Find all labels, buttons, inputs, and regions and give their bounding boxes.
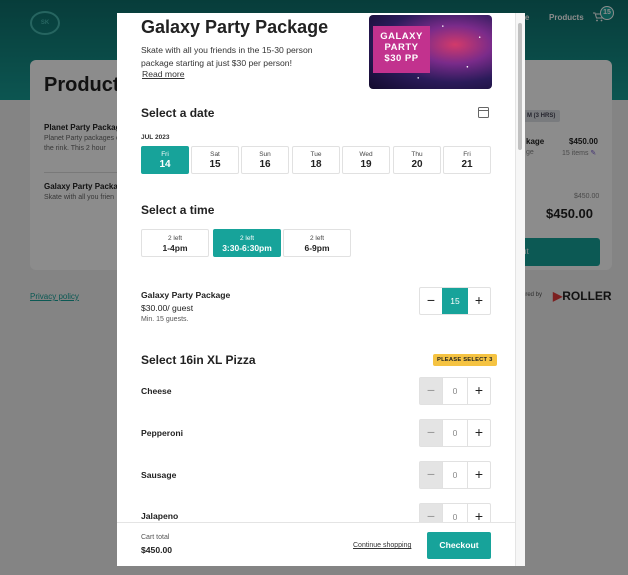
modal-title: Galaxy Party Package xyxy=(141,17,329,37)
package-name: Galaxy Party Package xyxy=(141,290,231,300)
decrement-button[interactable]: − xyxy=(420,288,442,314)
date-option[interactable]: Wed 19 xyxy=(342,146,390,174)
increment-button[interactable]: + xyxy=(468,462,490,488)
package-min: Min. 15 guests. xyxy=(141,316,189,323)
date-option[interactable]: Thu 20 xyxy=(393,146,441,174)
date-num: 15 xyxy=(209,159,221,170)
date-option[interactable]: Sat 15 xyxy=(191,146,239,174)
date-dow: Fri xyxy=(161,151,169,158)
time-range: 6-9pm xyxy=(304,243,330,253)
date-num: 14 xyxy=(159,159,171,170)
guest-quantity-stepper: − 15 + xyxy=(419,287,491,315)
package-price: $30.00/ guest xyxy=(141,303,194,313)
date-dow: Tue xyxy=(310,151,322,158)
increment-button[interactable]: + xyxy=(468,420,490,446)
decrement-button[interactable]: − xyxy=(420,462,442,488)
quantity-value[interactable]: 0 xyxy=(442,378,468,404)
cart-total-value: $450.00 xyxy=(141,545,173,555)
pizza-option-name: Sausage xyxy=(141,470,177,480)
pizza-option-name: Jalapeno xyxy=(141,511,179,521)
time-range: 1-4pm xyxy=(162,243,188,253)
product-modal: Galaxy Party Package Skate with all you … xyxy=(117,13,525,566)
pizza-quantity-stepper: − 0 + xyxy=(419,419,491,447)
date-option[interactable]: Fri 14 xyxy=(141,146,189,174)
time-availability: 2 left xyxy=(239,235,255,242)
read-more-link[interactable]: Read more xyxy=(142,69,185,79)
calendar-icon[interactable] xyxy=(478,107,489,118)
quantity-value[interactable]: 0 xyxy=(442,420,468,446)
decrement-button[interactable]: − xyxy=(420,420,442,446)
select-date-title: Select a date xyxy=(141,106,215,120)
date-dow: Sat xyxy=(210,151,220,158)
modal-description: Skate with all you friends in the 15-30 … xyxy=(141,45,313,68)
month-label: JUL 2023 xyxy=(141,134,170,141)
date-num: 21 xyxy=(461,159,473,170)
time-option[interactable]: 2 left 1-4pm xyxy=(141,229,209,257)
modal-footer: Cart total $450.00 Continue shopping Che… xyxy=(117,522,515,566)
select-pizza-title: Select 16in XL Pizza xyxy=(141,353,256,367)
checkout-button[interactable]: Checkout xyxy=(427,532,491,559)
time-range: 3:30-6:30pm xyxy=(222,243,272,253)
continue-shopping-link[interactable]: Continue shopping xyxy=(353,542,411,549)
image-label-line: PARTY xyxy=(384,42,419,53)
date-dow: Fri xyxy=(463,151,471,158)
image-label: GALAXY PARTY $30 PP xyxy=(373,26,430,73)
pizza-quantity-stepper: − 0 + xyxy=(419,461,491,489)
date-num: 16 xyxy=(259,159,271,170)
date-dow: Thu xyxy=(411,151,423,158)
pizza-option-name: Pepperoni xyxy=(141,428,184,438)
increment-button[interactable]: + xyxy=(468,378,490,404)
time-option[interactable]: 2 left 3:30-6:30pm xyxy=(213,229,281,257)
date-dow: Wed xyxy=(359,151,373,158)
time-availability: 2 left xyxy=(167,235,183,242)
quantity-value[interactable]: 15 xyxy=(442,288,468,314)
date-option[interactable]: Fri 21 xyxy=(443,146,491,174)
date-num: 20 xyxy=(411,159,423,170)
increment-button[interactable]: + xyxy=(468,288,490,314)
package-image: GALAXY PARTY $30 PP xyxy=(369,15,492,89)
image-label-line: GALAXY xyxy=(380,31,423,42)
time-option[interactable]: 2 left 6-9pm xyxy=(283,229,351,257)
decrement-button[interactable]: − xyxy=(420,378,442,404)
scrollbar-thumb[interactable] xyxy=(518,23,522,150)
date-option[interactable]: Sun 16 xyxy=(241,146,289,174)
date-num: 18 xyxy=(310,159,322,170)
selection-required-badge: PLEASE SELECT 3 xyxy=(433,354,497,366)
quantity-value[interactable]: 0 xyxy=(442,462,468,488)
modal-content: Galaxy Party Package Skate with all you … xyxy=(117,13,515,566)
pizza-option-name: Cheese xyxy=(141,386,172,396)
select-time-title: Select a time xyxy=(141,203,215,217)
time-availability: 2 left xyxy=(309,235,325,242)
image-label-line: $30 PP xyxy=(384,53,419,64)
date-num: 19 xyxy=(360,159,372,170)
pizza-quantity-stepper: − 0 + xyxy=(419,377,491,405)
cart-total-label: Cart total xyxy=(141,534,170,541)
date-dow: Sun xyxy=(259,151,271,158)
date-option[interactable]: Tue 18 xyxy=(292,146,340,174)
